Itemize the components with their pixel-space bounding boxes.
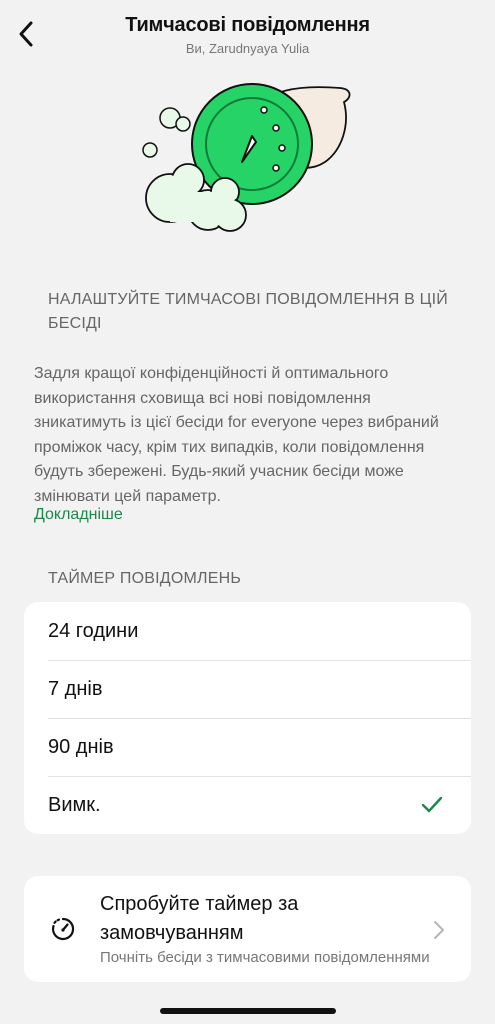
description-text: Задля кращої конфіденційності й оптималь… (34, 365, 439, 505)
timer-icon (51, 917, 75, 941)
timer-option-24-hours[interactable]: 24 години (24, 602, 471, 660)
default-timer-title: Спробуйте таймер за замовчуванням (100, 893, 299, 944)
disappearing-messages-screen: Тимчасові повідомлення Ви, Zarudnyaya Yu… (0, 0, 495, 1024)
timer-options-list: 24 години 7 днів 90 днів Вимк. (24, 602, 471, 834)
option-label: 90 днів (48, 735, 114, 758)
check-icon (421, 796, 443, 813)
page-subtitle: Ви, Zarudnyaya Yulia (185, 41, 310, 56)
chevron-right-icon (434, 921, 444, 939)
default-timer-button[interactable]: Спробуйте таймер за замовчуванням Почніт… (24, 876, 471, 982)
page-title: Тимчасові повідомлення (125, 14, 370, 36)
section-title: НАЛАШТУЙТЕ ТИМЧАСОВІ ПОВІДОМЛЕННЯ В ЦІЙ … (48, 291, 449, 332)
option-label: 7 днів (48, 677, 103, 700)
home-indicator[interactable] (160, 1008, 336, 1014)
timer-section-title: ТАЙМЕР ПОВІДОМЛЕНЬ (48, 570, 242, 587)
default-timer-subtitle: Почніть бесіди з тимчасовими повідомленн… (100, 949, 430, 966)
option-label: Вимк. (48, 793, 101, 816)
option-label: 24 години (48, 619, 139, 642)
timer-option-7-days[interactable]: 7 днів (24, 660, 471, 718)
timer-illustration (142, 83, 351, 232)
timer-option-off[interactable]: Вимк. (24, 776, 471, 834)
timer-option-90-days[interactable]: 90 днів (24, 718, 471, 776)
learn-more-link[interactable]: Докладніше (34, 506, 123, 524)
